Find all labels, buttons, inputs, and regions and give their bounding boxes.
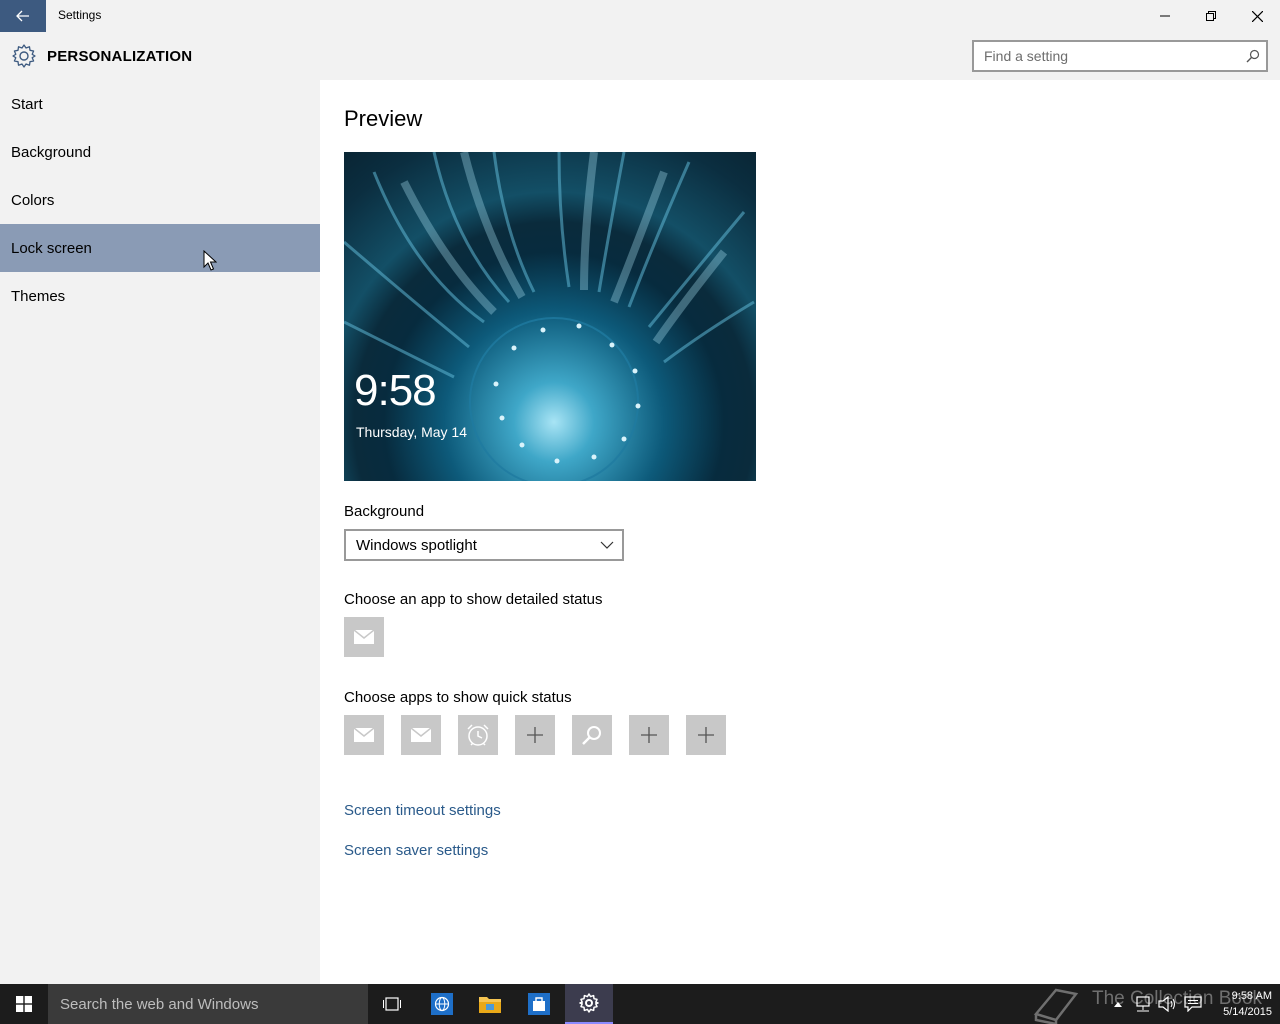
sidebar-item-label: Themes	[11, 287, 66, 305]
quick-status-add-2[interactable]	[629, 715, 669, 755]
taskbar-settings[interactable]	[565, 984, 613, 1024]
taskbar: Search the web and Windows The Collectio…	[0, 984, 1280, 1024]
background-label: Background	[344, 503, 425, 520]
search-icon	[582, 726, 601, 745]
network-icon	[1136, 996, 1150, 1012]
clock-time: 9:58 AM	[1231, 990, 1272, 1002]
screen-timeout-link[interactable]: Screen timeout settings	[344, 802, 501, 819]
gear-icon	[579, 993, 599, 1013]
lock-screen-time: 9:58	[354, 366, 437, 415]
back-button[interactable]	[0, 0, 46, 32]
restore-button[interactable]	[1188, 0, 1234, 32]
quick-status-add-1[interactable]	[515, 715, 555, 755]
sidebar-item-start[interactable]: Start	[0, 80, 320, 128]
taskbar-clock[interactable]: 9:58 AM 5/14/2015	[1210, 988, 1272, 1020]
page-title: PERSONALIZATION	[47, 48, 193, 65]
taskbar-file-explorer[interactable]	[466, 984, 514, 1024]
background-dropdown[interactable]: Windows spotlight	[344, 529, 624, 561]
taskbar-store[interactable]	[515, 984, 563, 1024]
chevron-up-icon	[1114, 1002, 1122, 1007]
taskbar-browser[interactable]	[418, 984, 466, 1024]
background-dropdown-value: Windows spotlight	[356, 536, 477, 554]
taskbar-search-placeholder: Search the web and Windows	[60, 995, 259, 1013]
quick-status-label: Choose apps to show quick status	[344, 689, 572, 706]
show-hidden-icons-button[interactable]	[1110, 984, 1126, 1024]
volume-icon	[1158, 996, 1176, 1012]
lock-screen-preview: 9:58 Thursday, May 14	[344, 152, 756, 481]
sidebar-item-colors[interactable]: Colors	[0, 176, 320, 224]
mail-icon	[354, 630, 374, 644]
store-bag-icon	[528, 993, 550, 1015]
lock-screen-date: Thursday, May 14	[356, 424, 468, 440]
quick-status-add-3[interactable]	[686, 715, 726, 755]
volume-tray-button[interactable]	[1156, 984, 1178, 1024]
network-tray-button[interactable]	[1132, 984, 1154, 1024]
mail-icon	[411, 728, 431, 742]
screen-saver-link[interactable]: Screen saver settings	[344, 842, 488, 859]
folder-icon	[479, 997, 501, 1013]
quick-status-app-3[interactable]	[458, 715, 498, 755]
detailed-status-label: Choose an app to show detailed status	[344, 591, 603, 608]
start-button[interactable]	[0, 984, 48, 1024]
globe-icon	[431, 993, 453, 1015]
title-bar: Settings	[0, 0, 1280, 32]
search-input[interactable]	[974, 42, 1234, 70]
gear-icon	[12, 44, 36, 68]
sidebar-item-label: Start	[11, 95, 43, 113]
chevron-down-icon	[600, 541, 614, 549]
page-header: PERSONALIZATION	[0, 32, 1280, 80]
minimize-icon	[1160, 15, 1170, 17]
mail-icon	[354, 728, 374, 742]
sidebar-item-background[interactable]: Background	[0, 128, 320, 176]
sidebar-item-label: Background	[11, 143, 92, 161]
alarm-icon	[467, 724, 489, 746]
plus-icon	[641, 727, 657, 743]
close-icon	[1251, 10, 1263, 22]
main-content: Preview 9:58 Thursday, May 14 Background…	[320, 80, 1280, 984]
sidebar: Start Background Colors Lock screen Them…	[0, 80, 320, 984]
task-view-icon	[383, 997, 401, 1011]
task-view-button[interactable]	[368, 984, 416, 1024]
detailed-status-app-button[interactable]	[344, 617, 384, 657]
close-button[interactable]	[1234, 0, 1280, 32]
search-icon[interactable]	[1246, 49, 1260, 63]
mouse-cursor-icon	[203, 250, 217, 271]
message-icon	[1184, 996, 1202, 1012]
plus-icon	[527, 727, 543, 743]
book-logo-icon	[1033, 988, 1079, 1024]
quick-status-app-2[interactable]	[401, 715, 441, 755]
window-title: Settings	[58, 8, 102, 22]
plus-icon	[698, 727, 714, 743]
quick-status-app-1[interactable]	[344, 715, 384, 755]
back-arrow-icon	[16, 10, 29, 22]
clock-date: 5/14/2015	[1223, 1006, 1272, 1018]
sidebar-item-lock-screen[interactable]: Lock screen	[0, 224, 320, 272]
sidebar-item-label: Colors	[11, 191, 55, 209]
taskbar-search-box[interactable]: Search the web and Windows	[48, 984, 368, 1024]
minimize-button[interactable]	[1142, 0, 1188, 32]
quick-status-app-search[interactable]	[572, 715, 612, 755]
sidebar-item-label: Lock screen	[11, 239, 92, 257]
find-setting-search[interactable]	[972, 40, 1268, 72]
restore-icon	[1206, 11, 1216, 21]
windows-logo-icon	[16, 996, 32, 1012]
action-center-button[interactable]	[1182, 984, 1204, 1024]
preview-heading: Preview	[344, 106, 423, 131]
sidebar-item-themes[interactable]: Themes	[0, 272, 320, 320]
